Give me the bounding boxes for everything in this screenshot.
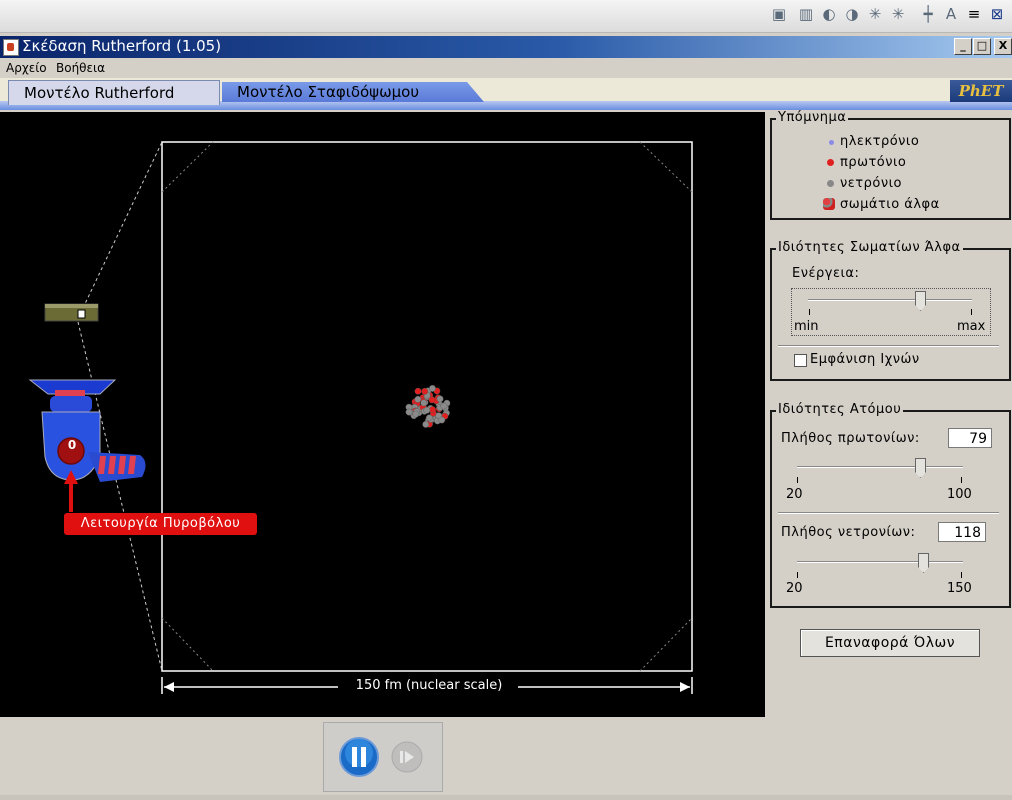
nucleon <box>429 406 436 414</box>
contrast-icon[interactable]: ◐ <box>820 5 838 23</box>
legend-box: Υπόμνημα ηλεκτρόνιο πρωτόνιο νετρόνιο σω… <box>770 110 1011 220</box>
system-toolbar: ▣ ▥ ◐ ◑ ✳ ✳ ┿ A ≡ ⊠ <box>0 0 1012 33</box>
atom-properties-title: Ιδιότητες Ατόμου <box>776 402 904 417</box>
legend-electron: ηλεκτρόνιο <box>829 134 919 149</box>
gun-counter: 0 <box>67 438 77 452</box>
legend-title: Υπόμνημα <box>776 110 849 125</box>
nucleon <box>422 420 430 428</box>
protons-slider-track[interactable] <box>797 466 963 468</box>
menu-help[interactable]: Βοήθεια <box>56 61 105 75</box>
alpha-properties-title: Ιδιότητες Σωματίων Άλφα <box>776 240 963 255</box>
alpha-properties-box: Ιδιότητες Σωματίων Άλφα Ενέργεια: min ma… <box>770 240 1011 381</box>
energy-min-label: min <box>794 319 819 334</box>
layout-icon[interactable]: ▥ <box>797 5 815 23</box>
neutrons-slider-thumb[interactable] <box>918 553 929 573</box>
nucleon <box>412 410 420 418</box>
clock-controls <box>323 722 443 792</box>
gun-fire-label[interactable]: Λειτουργία Πυροβόλου <box>64 513 257 535</box>
reset-all-button[interactable]: Επαναφορά Όλων <box>800 629 980 657</box>
crosshair-icon[interactable]: ┿ <box>919 5 937 23</box>
neutrons-label: Πλήθος νετρονίων: <box>781 525 916 540</box>
menu-icon[interactable]: ≡ <box>965 5 983 23</box>
sparkle-icon[interactable]: ✳ <box>866 5 884 23</box>
electron-icon <box>829 140 834 145</box>
text-icon[interactable]: A <box>942 5 960 23</box>
pause-button[interactable] <box>339 737 379 777</box>
pause-icon <box>352 747 357 767</box>
phet-logo[interactable]: PhET <box>950 80 1012 102</box>
proton-icon <box>827 159 834 166</box>
alpha-particle-icon <box>823 198 835 210</box>
circle-icon[interactable]: ◑ <box>843 5 861 23</box>
tab-label: Μοντέλο Σταφιδόψωμου <box>237 83 420 101</box>
energy-max-label: max <box>957 319 986 334</box>
protons-slider-thumb[interactable] <box>915 458 926 478</box>
maximize-button[interactable]: □ <box>973 38 991 55</box>
minimize-button[interactable]: _ <box>954 38 972 55</box>
image-icon[interactable]: ▣ <box>770 5 788 23</box>
neutron-icon <box>827 180 834 187</box>
tab-label: Μοντέλο Rutherford <box>24 84 175 102</box>
protons-label: Πλήθος πρωτονίων: <box>781 431 920 446</box>
energy-slider-track[interactable] <box>808 299 972 301</box>
scale-label: 150 fm (nuclear scale) <box>355 678 503 693</box>
sparkle-alt-icon[interactable]: ✳ <box>889 5 907 23</box>
atom-properties-box: Ιδιότητες Ατόμου Πλήθος πρωτονίων: 79 20… <box>770 402 1011 608</box>
nucleon <box>421 387 429 395</box>
nucleon <box>414 395 422 403</box>
view-box <box>161 141 693 672</box>
menu-file[interactable]: Αρχείο <box>6 61 47 75</box>
step-icon <box>400 751 403 763</box>
tab-rutherford-model[interactable]: Μοντέλο Rutherford <box>8 80 220 105</box>
neutrons-min-label: 20 <box>786 581 803 596</box>
close-button[interactable]: X <box>994 38 1012 55</box>
step-button[interactable] <box>391 741 423 773</box>
legend-proton: πρωτόνιο <box>827 155 906 170</box>
corner-guides <box>161 141 693 672</box>
neutrons-max-label: 150 <box>947 581 972 596</box>
window-titlebar: Σκέδαση Rutherford (1.05) _ □ X <box>0 36 1012 58</box>
gold-nucleus <box>405 384 451 428</box>
nucleon <box>405 408 413 416</box>
nucleon <box>440 402 448 410</box>
protons-min-label: 20 <box>786 487 803 502</box>
alpha-gun <box>28 379 146 482</box>
nucleon <box>423 406 431 414</box>
neutrons-input[interactable]: 118 <box>938 522 986 542</box>
protons-input[interactable]: 79 <box>948 428 992 448</box>
java-app-icon <box>3 39 19 56</box>
nucleon <box>420 399 428 407</box>
protons-max-label: 100 <box>947 487 972 502</box>
legend-alpha: σωμάτιο άλφα <box>823 197 940 212</box>
fit-window-icon[interactable]: ⊠ <box>988 5 1006 23</box>
nucleon <box>438 416 446 424</box>
show-traces-checkbox[interactable] <box>794 354 807 367</box>
nucleon <box>429 384 436 392</box>
simulation-canvas[interactable]: 0 Λειτουργία Πυροβόλου 150 fm (nuclear s… <box>0 112 765 717</box>
energy-label: Ενέργεια: <box>792 266 860 281</box>
zoom-target-marker <box>77 309 86 319</box>
show-traces-label[interactable]: Εμφάνιση Ιχνών <box>810 352 920 367</box>
legend-neutron: νετρόνιο <box>827 176 902 191</box>
simulation-drawing <box>28 141 693 694</box>
menu-bar: Αρχείο Βοήθεια <box>0 58 1012 78</box>
nucleon <box>414 387 422 395</box>
nucleon <box>436 395 444 403</box>
tab-plum-pudding-model[interactable]: Μοντέλο Σταφιδόψωμου <box>222 82 484 102</box>
window-title: Σκέδαση Rutherford (1.05) <box>22 37 222 55</box>
status-strip <box>0 795 1012 800</box>
neutrons-slider-track[interactable] <box>797 561 963 563</box>
